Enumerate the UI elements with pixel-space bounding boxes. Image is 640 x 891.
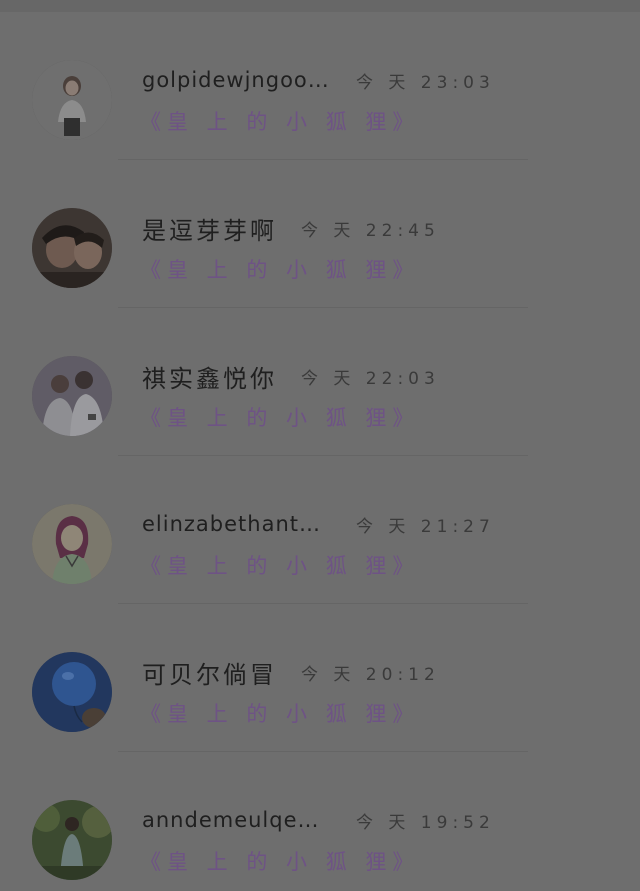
comment-meta: 祺实鑫悦你 今 天 22:03 — [142, 356, 620, 396]
book-title-link[interactable]: 《皇 上 的 小 狐 狸》 — [140, 846, 419, 876]
comment-row[interactable]: 可贝尔倘冒 今 天 20:12 《皇 上 的 小 狐 狸》 — [0, 622, 640, 770]
comment-list[interactable]: golpidewjngoose 今 天 23:03 《皇 上 的 小 狐 狸》 … — [0, 0, 640, 891]
comment-meta: 是逗芽芽啊 今 天 22:45 — [142, 208, 620, 248]
username[interactable]: elinzabethantdja… — [142, 512, 332, 536]
divider — [118, 455, 528, 456]
comment-meta: elinzabethantdja… 今 天 21:27 — [142, 504, 620, 544]
book-title-link[interactable]: 《皇 上 的 小 狐 狸》 — [140, 254, 419, 284]
comment-row[interactable]: elinzabethantdja… 今 天 21:27 《皇 上 的 小 狐 狸… — [0, 474, 640, 622]
book-title-link[interactable]: 《皇 上 的 小 狐 狸》 — [140, 698, 419, 728]
comment-row[interactable]: golpidewjngoose 今 天 23:03 《皇 上 的 小 狐 狸》 — [0, 30, 640, 178]
comment-meta: anndemeulqemeeg… 今 天 19:52 — [142, 800, 620, 840]
cartoon-girl-avatar-icon[interactable] — [32, 504, 112, 584]
divider — [118, 603, 528, 604]
timestamp: 今 天 23:03 — [356, 72, 495, 93]
divider — [118, 307, 528, 308]
book-title-link[interactable]: 《皇 上 的 小 狐 狸》 — [140, 106, 419, 136]
book-title-link[interactable]: 《皇 上 的 小 狐 狸》 — [140, 402, 419, 432]
comment-row[interactable]: 是逗芽芽啊 今 天 22:45 《皇 上 的 小 狐 狸》 — [0, 178, 640, 326]
comment-row[interactable]: anndemeulqemeeg… 今 天 19:52 《皇 上 的 小 狐 狸》 — [0, 770, 640, 891]
timestamp: 今 天 19:52 — [356, 812, 495, 833]
timestamp: 今 天 20:12 — [301, 664, 440, 685]
username[interactable]: golpidewjngoose — [142, 68, 332, 92]
couple-photo-avatar-icon[interactable] — [32, 208, 112, 288]
timestamp: 今 天 22:45 — [301, 220, 440, 241]
blue-balloon-avatar-icon[interactable] — [32, 652, 112, 732]
username[interactable]: anndemeulqemeeg… — [142, 808, 332, 832]
comment-list-screen: golpidewjngoose 今 天 23:03 《皇 上 的 小 狐 狸》 … — [0, 0, 640, 891]
comment-row[interactable]: 祺实鑫悦你 今 天 22:03 《皇 上 的 小 狐 狸》 — [0, 326, 640, 474]
username[interactable]: 可贝尔倘冒 — [142, 655, 277, 690]
woman-garden-photo-avatar-icon[interactable] — [32, 800, 112, 880]
username[interactable]: 是逗芽芽啊 — [142, 211, 277, 246]
comment-meta: golpidewjngoose 今 天 23:03 — [142, 60, 620, 100]
divider — [118, 159, 528, 160]
timestamp: 今 天 22:03 — [301, 368, 440, 389]
timestamp: 今 天 21:27 — [356, 516, 495, 537]
comment-meta: 可贝尔倘冒 今 天 20:12 — [142, 652, 620, 692]
username[interactable]: 祺实鑫悦你 — [142, 359, 277, 394]
book-title-link[interactable]: 《皇 上 的 小 狐 狸》 — [140, 550, 419, 580]
divider — [118, 751, 528, 752]
two-people-photo-avatar-icon[interactable] — [32, 356, 112, 436]
girl-photo-avatar-icon[interactable] — [32, 60, 112, 140]
